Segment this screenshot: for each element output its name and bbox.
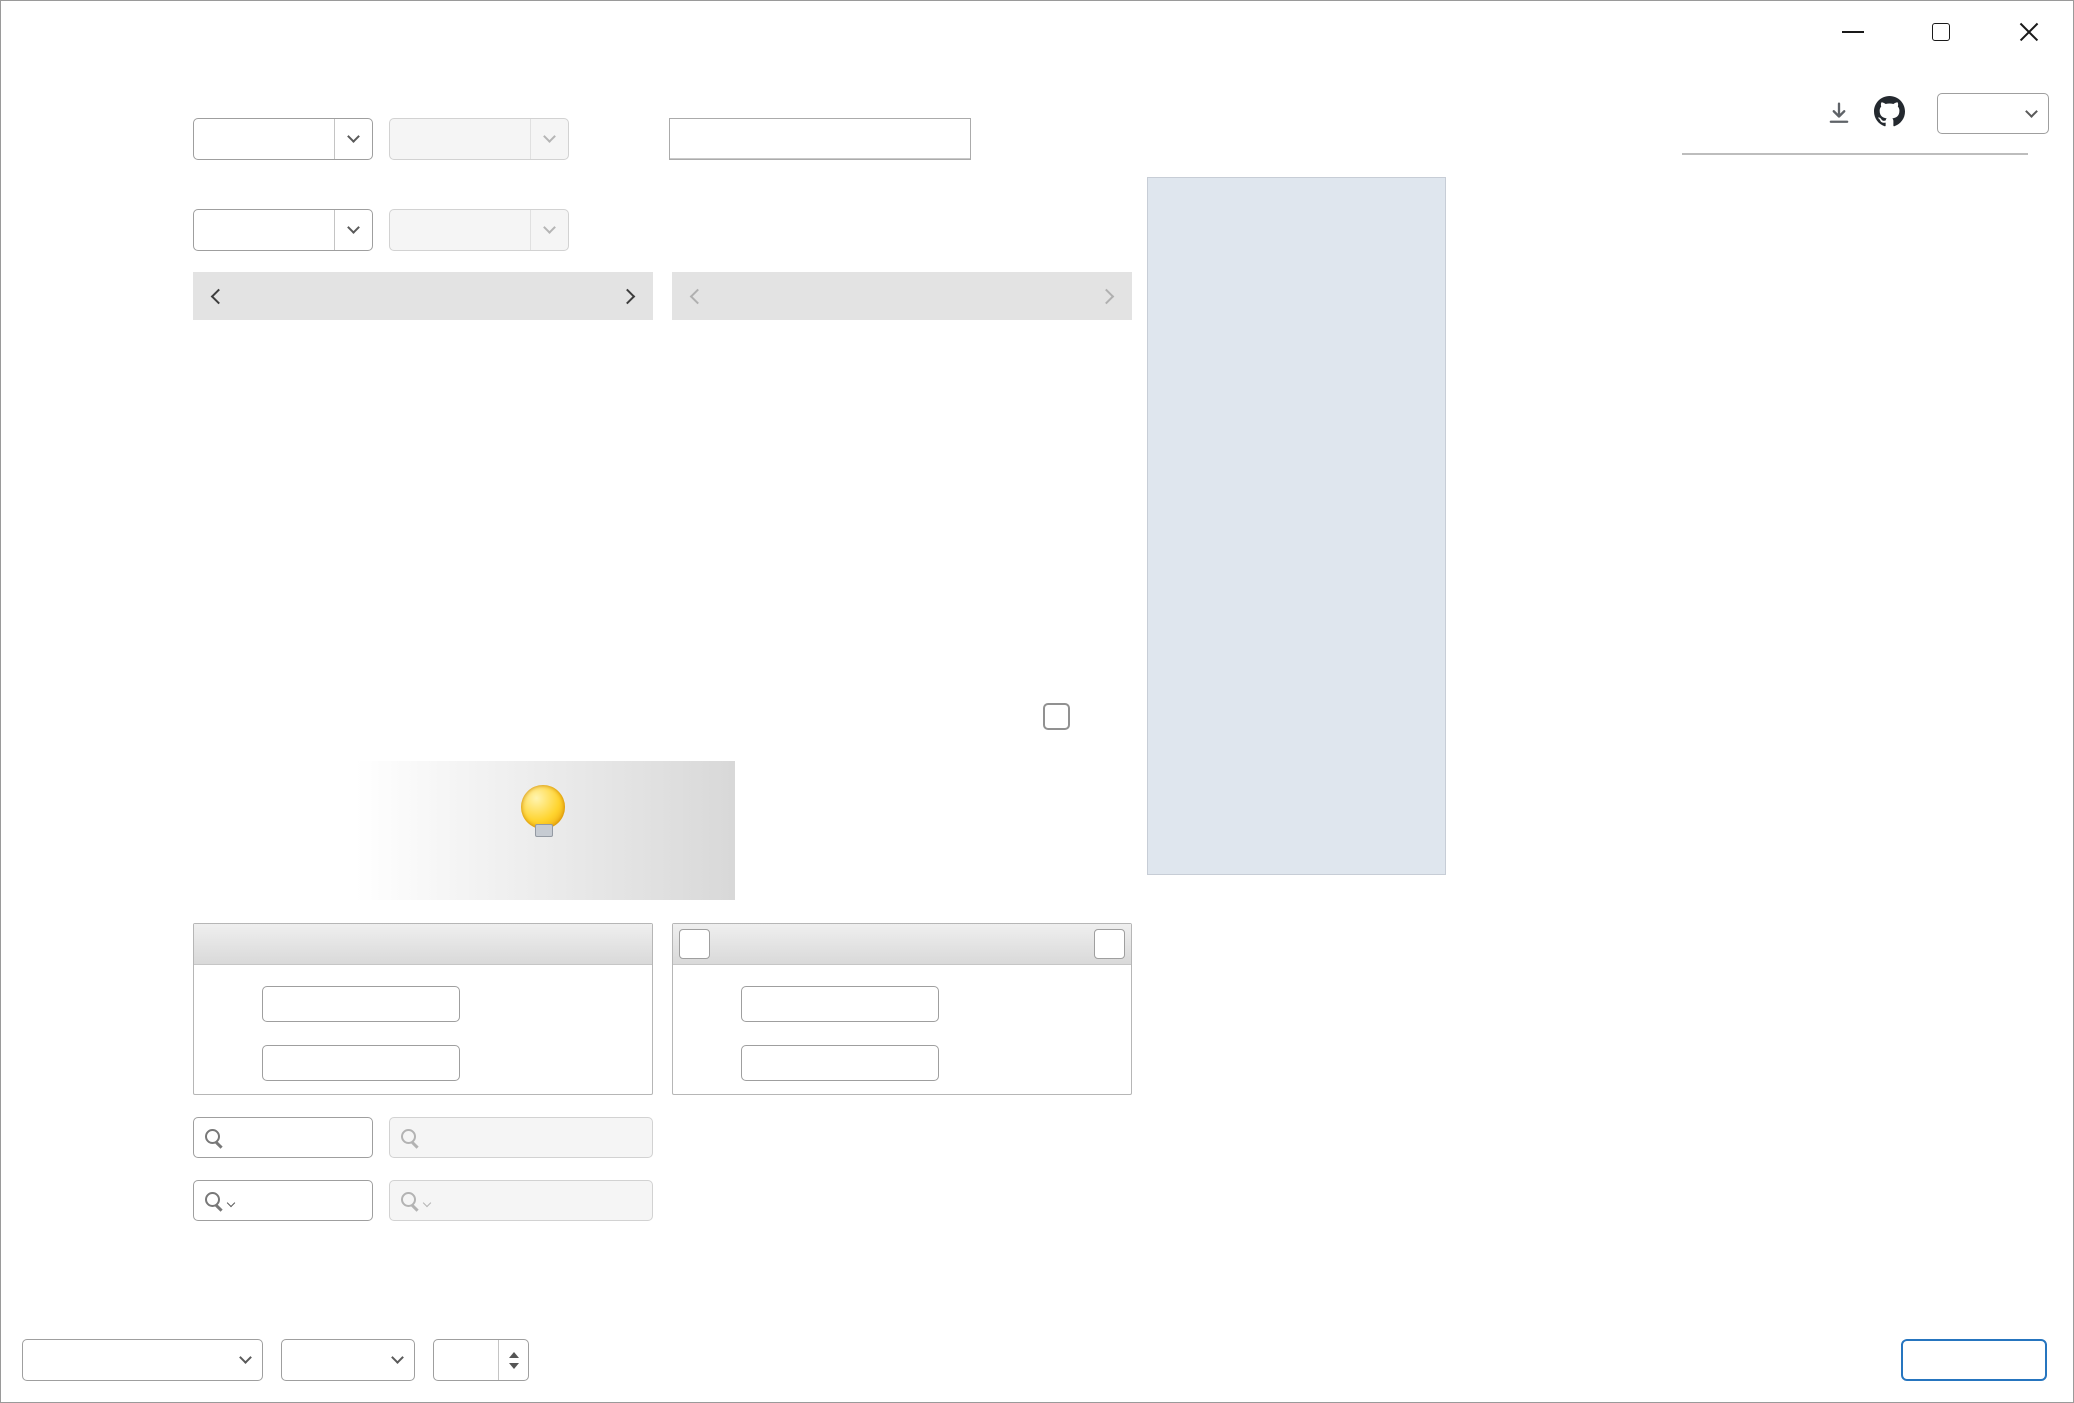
datepicker-dropdown-button[interactable] [334, 119, 372, 159]
github-icon [1874, 96, 1905, 127]
close-window-button[interactable] [1985, 1, 2073, 63]
searchfield-with-menu-disabled [389, 1180, 653, 1221]
search-icon [204, 1191, 223, 1210]
datepicker-enabled[interactable] [193, 118, 373, 160]
datepicker-not-editable[interactable] [193, 209, 373, 251]
next-month-icon [1099, 288, 1115, 304]
github-button[interactable] [1869, 93, 1909, 129]
searchfield-enabled[interactable] [193, 1117, 373, 1158]
download-themes-button[interactable] [1819, 95, 1859, 131]
maximize-icon [1932, 23, 1950, 41]
minimize-icon [1842, 31, 1864, 33]
maximize-button[interactable] [1897, 1, 1985, 63]
search-icon [400, 1191, 419, 1210]
titledpanel-body [673, 965, 1131, 1095]
titledpanel-left-button[interactable] [679, 929, 710, 959]
search-icon [400, 1128, 419, 1147]
chevron-down-icon [347, 130, 360, 143]
themes-filter-combobox[interactable] [1937, 93, 2049, 134]
spinner-buttons [498, 1340, 528, 1380]
lightbulb-base [535, 824, 553, 837]
searchfield-with-menu-enabled[interactable] [193, 1180, 373, 1221]
chevron-down-icon [2025, 105, 2038, 118]
datepicker-dropdown-button [530, 119, 568, 159]
chevron-down-icon [423, 1198, 431, 1206]
busy-spinner [191, 696, 237, 742]
busy-checkbox[interactable] [1043, 703, 1080, 730]
chevron-down-icon [227, 1198, 235, 1206]
titledpanel-header [673, 924, 1131, 965]
taskpane-panes [1148, 178, 1445, 203]
monthview-disabled [672, 272, 1132, 324]
calendar-grid [672, 320, 1132, 324]
jxheader-panel [193, 761, 735, 900]
lightbulb-icon [521, 785, 567, 837]
spinner-down-icon[interactable] [509, 1363, 519, 1369]
titlebar[interactable] [1, 1, 2073, 63]
chevron-down-icon [391, 1351, 404, 1364]
prev-month-icon[interactable] [211, 288, 227, 304]
prev-month-icon [690, 288, 706, 304]
download-icon [1825, 99, 1853, 127]
spinner-up-icon[interactable] [509, 1352, 519, 1358]
chevron-down-icon [543, 221, 556, 234]
window-controls [1809, 1, 2073, 63]
calendar-grid [193, 320, 653, 324]
datepicker-dropdown-button [530, 210, 568, 250]
titledpanel-body [194, 965, 652, 1095]
font-combobox[interactable] [281, 1339, 415, 1381]
close-dialog-button[interactable] [1901, 1339, 2047, 1381]
monthview-header [672, 272, 1132, 320]
titledpanel-with-buttons [672, 923, 1132, 1095]
text-input[interactable] [262, 986, 460, 1022]
titledpanel-header [194, 924, 652, 965]
laf-combobox[interactable] [22, 1339, 263, 1381]
chevron-down-icon [543, 130, 556, 143]
themes-list [1682, 153, 2028, 155]
search-icon [204, 1128, 223, 1147]
datepicker-disabled [389, 118, 569, 160]
bottom-toolbar [22, 1339, 2047, 1381]
monthview-enabled [193, 272, 653, 324]
chevron-down-icon [239, 1351, 252, 1364]
lightbulb-glass [521, 785, 565, 829]
checkbox-box[interactable] [1043, 703, 1070, 730]
searchfield-disabled [389, 1117, 653, 1158]
titledpanel-right-button[interactable] [1094, 929, 1125, 959]
table-column-header[interactable] [670, 119, 970, 159]
app-window [0, 0, 2074, 1403]
titledpanel-plain [193, 923, 653, 1095]
text-input[interactable] [262, 1045, 460, 1081]
datepicker-not-editable-disabled [389, 209, 569, 251]
monthview-header [193, 272, 653, 320]
datepicker-dropdown-button[interactable] [334, 210, 372, 250]
next-month-icon[interactable] [620, 288, 636, 304]
text-input[interactable] [741, 1045, 939, 1081]
text-input[interactable] [741, 986, 939, 1022]
celleditor-table [669, 118, 971, 160]
taskpane-container [1147, 177, 1446, 875]
chevron-down-icon [347, 221, 360, 234]
minimize-button[interactable] [1809, 1, 1897, 63]
close-icon [2017, 20, 2041, 44]
font-size-spinner[interactable] [433, 1339, 529, 1381]
